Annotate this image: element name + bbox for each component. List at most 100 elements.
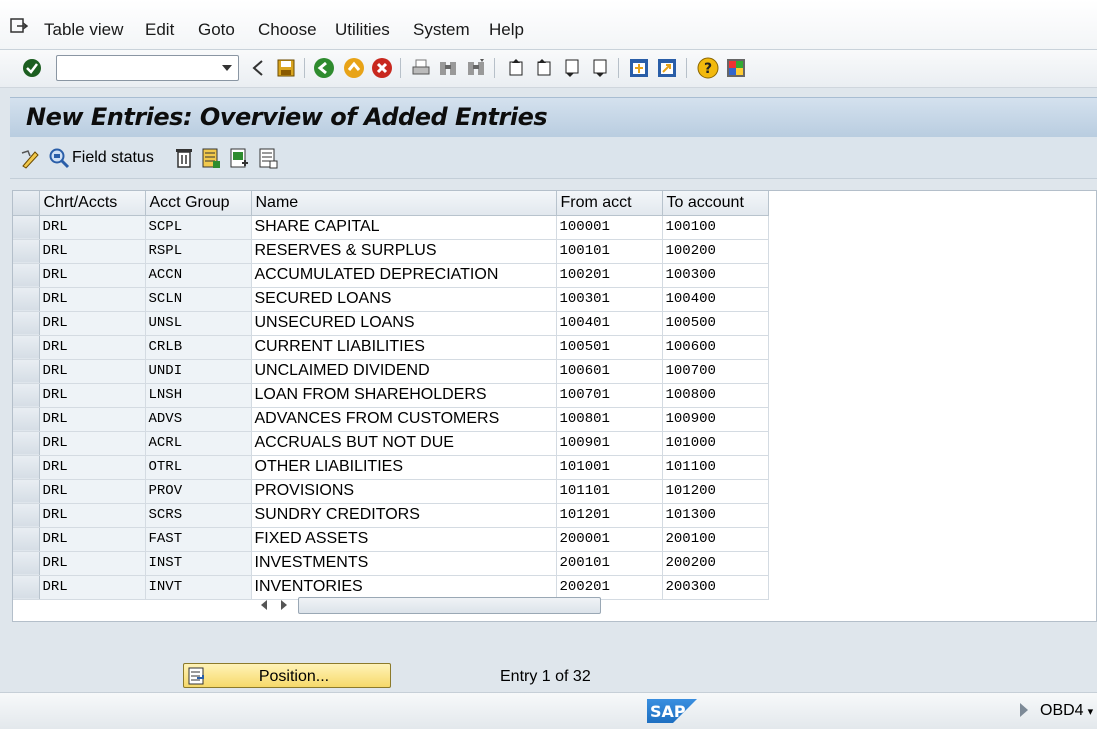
row-selector[interactable]: [13, 575, 40, 600]
row-selector[interactable]: [13, 527, 40, 552]
find-next-icon[interactable]: [465, 57, 487, 79]
cell-to-account[interactable]: 100300: [662, 263, 769, 288]
menu-edit[interactable]: Edit: [145, 20, 174, 40]
layout-menu-icon[interactable]: [725, 57, 747, 79]
cell-name[interactable]: ACCRUALS BUT NOT DUE: [251, 431, 557, 456]
cell-to-account[interactable]: 100400: [662, 287, 769, 312]
cell-name[interactable]: LOAN FROM SHAREHOLDERS: [251, 383, 557, 408]
next-page-icon[interactable]: [561, 57, 583, 79]
select-all-column-button[interactable]: [13, 191, 40, 216]
create-session-icon[interactable]: [628, 57, 650, 79]
row-selector[interactable]: [13, 407, 40, 432]
field-status-label[interactable]: Field status: [72, 149, 154, 167]
cell-to-account[interactable]: 101300: [662, 503, 769, 528]
first-page-icon[interactable]: [505, 57, 527, 79]
last-page-icon[interactable]: [589, 57, 611, 79]
back-icon[interactable]: [313, 57, 335, 79]
enter-icon[interactable]: [21, 57, 43, 79]
table-row[interactable]: DRL FAST FIXED ASSETS 200001 200100: [13, 527, 769, 552]
command-field[interactable]: [56, 55, 239, 81]
cell-from-account[interactable]: 101201: [556, 503, 663, 528]
cell-to-account[interactable]: 200200: [662, 551, 769, 576]
table-row[interactable]: DRL PROV PROVISIONS 101101 101200: [13, 479, 769, 504]
select-all-icon[interactable]: [201, 147, 221, 169]
cell-to-account[interactable]: 200300: [662, 575, 769, 600]
cell-name[interactable]: ADVANCES FROM CUSTOMERS: [251, 407, 557, 432]
find-icon[interactable]: [437, 57, 459, 79]
scroll-left-icon[interactable]: [261, 600, 267, 610]
cell-from-account[interactable]: 101001: [556, 455, 663, 480]
system-info[interactable]: OBD4 ▾: [1020, 702, 1093, 720]
cell-from-account[interactable]: 100001: [556, 215, 663, 240]
scroll-right-icon[interactable]: [281, 600, 287, 610]
cell-from-account[interactable]: 101101: [556, 479, 663, 504]
menu-utilities[interactable]: Utilities: [335, 20, 390, 40]
cell-from-account[interactable]: 100801: [556, 407, 663, 432]
menu-choose[interactable]: Choose: [258, 20, 317, 40]
column-header-from-account[interactable]: From acct: [556, 191, 663, 216]
column-header-account-group[interactable]: Acct Group: [145, 191, 252, 216]
print-icon[interactable]: [410, 57, 432, 79]
select-block-icon[interactable]: [229, 147, 249, 169]
row-selector[interactable]: [13, 551, 40, 576]
cell-to-account[interactable]: 101200: [662, 479, 769, 504]
cell-name[interactable]: PROVISIONS: [251, 479, 557, 504]
row-selector[interactable]: [13, 455, 40, 480]
cell-name[interactable]: SHARE CAPITAL: [251, 215, 557, 240]
app-menu-icon[interactable]: [10, 18, 28, 34]
table-row[interactable]: DRL SCLN SECURED LOANS 100301 100400: [13, 287, 769, 312]
help-icon[interactable]: ?: [697, 57, 719, 79]
cell-name[interactable]: UNSECURED LOANS: [251, 311, 557, 336]
cell-name[interactable]: UNCLAIMED DIVIDEND: [251, 359, 557, 384]
cell-name[interactable]: OTHER LIABILITIES: [251, 455, 557, 480]
table-row[interactable]: DRL ADVS ADVANCES FROM CUSTOMERS 100801 1009…: [13, 407, 769, 432]
cell-name[interactable]: SECURED LOANS: [251, 287, 557, 312]
cell-to-account[interactable]: 100500: [662, 311, 769, 336]
cell-from-account[interactable]: 100701: [556, 383, 663, 408]
menu-help[interactable]: Help: [489, 20, 524, 40]
cell-from-account[interactable]: 200001: [556, 527, 663, 552]
cell-from-account[interactable]: 100101: [556, 239, 663, 264]
row-selector[interactable]: [13, 383, 40, 408]
cell-to-account[interactable]: 100100: [662, 215, 769, 240]
shortcut-icon[interactable]: [656, 57, 678, 79]
cell-name[interactable]: SUNDRY CREDITORS: [251, 503, 557, 528]
cell-to-account[interactable]: 100600: [662, 335, 769, 360]
cell-from-account[interactable]: 200101: [556, 551, 663, 576]
cell-to-account[interactable]: 101100: [662, 455, 769, 480]
table-row[interactable]: DRL INST INVESTMENTS 200101 200200: [13, 551, 769, 576]
cell-to-account[interactable]: 200100: [662, 527, 769, 552]
row-selector[interactable]: [13, 335, 40, 360]
deselect-all-icon[interactable]: [258, 147, 278, 169]
cell-from-account[interactable]: 100201: [556, 263, 663, 288]
menu-goto[interactable]: Goto: [198, 20, 235, 40]
table-row[interactable]: DRL RSPL RESERVES & SURPLUS 100101 100200: [13, 239, 769, 264]
cancel-icon[interactable]: [371, 57, 393, 79]
cell-name[interactable]: INVESTMENTS: [251, 551, 557, 576]
cell-name[interactable]: CURRENT LIABILITIES: [251, 335, 557, 360]
chevron-down-icon[interactable]: ▾: [1088, 706, 1094, 718]
row-selector[interactable]: [13, 215, 40, 240]
cell-name[interactable]: ACCUMULATED DEPRECIATION: [251, 263, 557, 288]
row-selector[interactable]: [13, 479, 40, 504]
cell-to-account[interactable]: 100200: [662, 239, 769, 264]
horizontal-scrollbar[interactable]: [256, 595, 601, 615]
table-row[interactable]: DRL SCPL SHARE CAPITAL 100001 100100: [13, 215, 769, 240]
row-selector[interactable]: [13, 311, 40, 336]
save-icon[interactable]: [275, 57, 297, 79]
row-selector[interactable]: [13, 359, 40, 384]
position-button[interactable]: Position...: [183, 663, 391, 688]
row-selector[interactable]: [13, 263, 40, 288]
display-change-icon[interactable]: [20, 147, 42, 169]
table-row[interactable]: DRL LNSH LOAN FROM SHAREHOLDERS 100701 10080…: [13, 383, 769, 408]
row-selector[interactable]: [13, 239, 40, 264]
previous-page-icon[interactable]: [533, 57, 555, 79]
table-row[interactable]: DRL ACCN ACCUMULATED DEPRECIATION 100201 100…: [13, 263, 769, 288]
table-row[interactable]: DRL UNSL UNSECURED LOANS 100401 100500: [13, 311, 769, 336]
cell-from-account[interactable]: 100301: [556, 287, 663, 312]
cell-to-account[interactable]: 100800: [662, 383, 769, 408]
column-header-to-account[interactable]: To account: [662, 191, 769, 216]
table-row[interactable]: DRL CRLB CURRENT LIABILITIES 100501 100600: [13, 335, 769, 360]
cell-name[interactable]: FIXED ASSETS: [251, 527, 557, 552]
row-selector[interactable]: [13, 431, 40, 456]
